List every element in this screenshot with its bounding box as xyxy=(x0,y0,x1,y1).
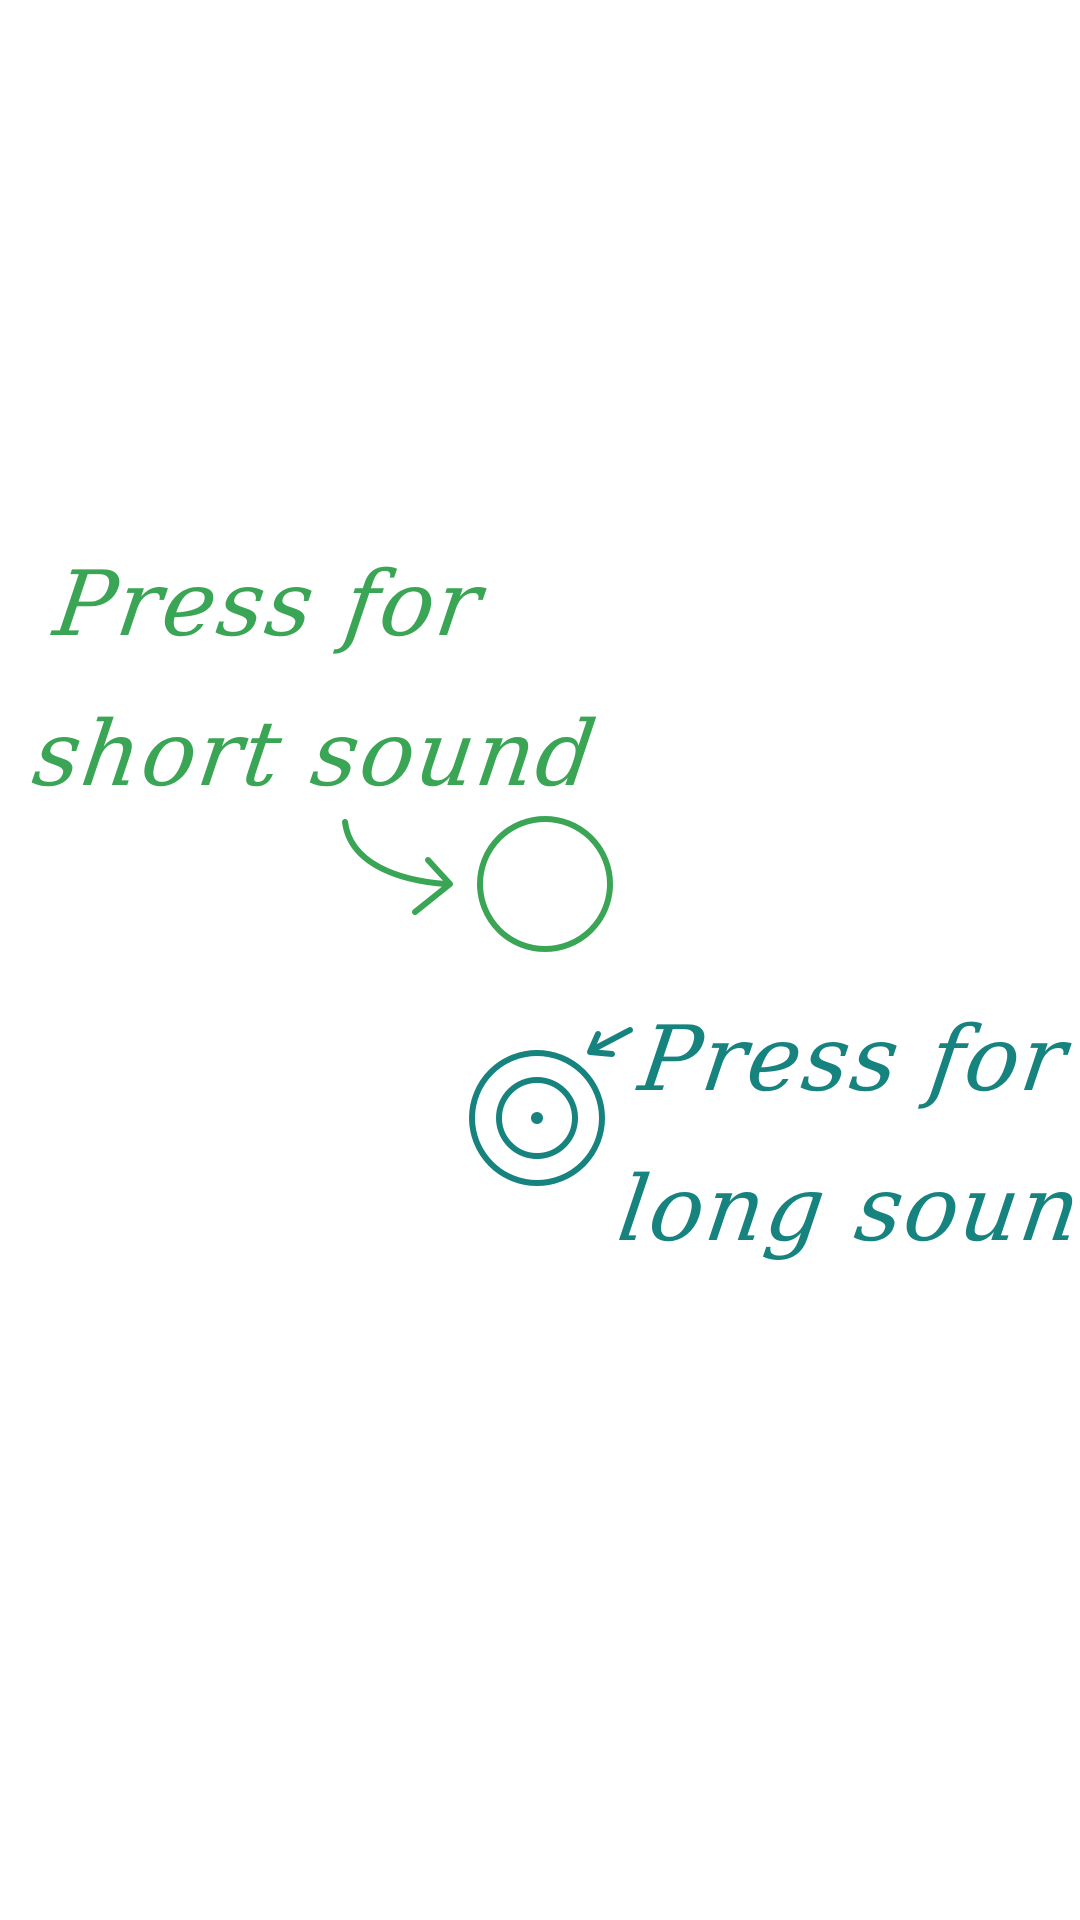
tutorial-overlay: Press for short sound Press for long sou… xyxy=(0,0,1080,1920)
curved-arrow-icon xyxy=(342,819,453,915)
long-sound-button[interactable] xyxy=(469,1050,605,1186)
short-sound-button[interactable] xyxy=(477,816,613,952)
concentric-circles-icon xyxy=(469,1050,605,1186)
single-circle-icon xyxy=(477,816,613,952)
short-arrow-icon xyxy=(587,1027,633,1057)
tutorial-graphics xyxy=(342,816,633,1186)
